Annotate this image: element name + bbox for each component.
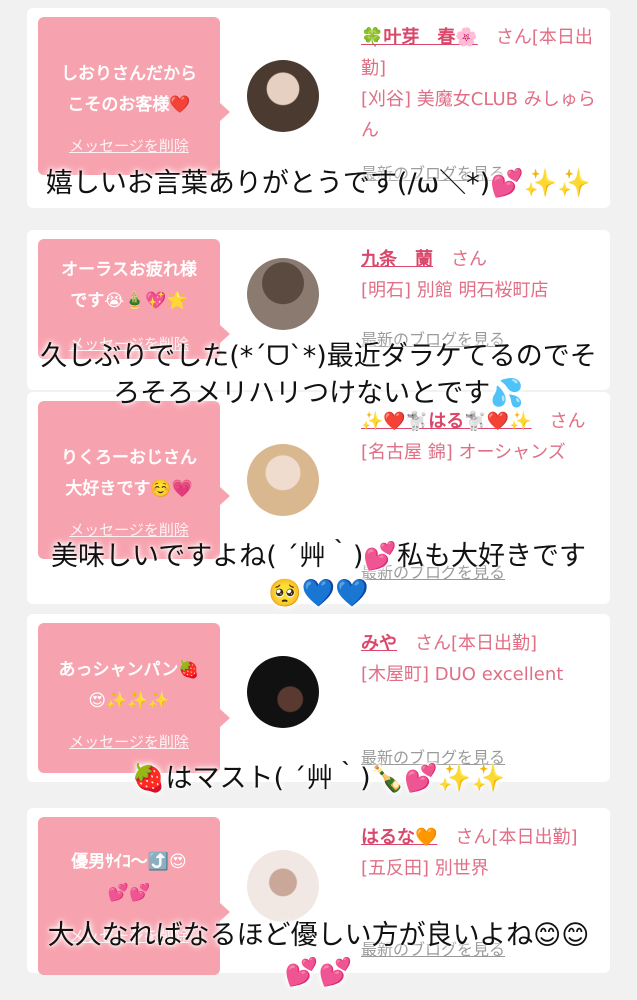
- avatar[interactable]: [247, 444, 319, 516]
- message-text: りくろーおじさん 大好きです☺️💗: [61, 448, 197, 499]
- cast-name-link[interactable]: 九条 蘭: [361, 249, 433, 270]
- overlay-caption: 美味しいですよね( ´艸｀)💕私も大好きです 🥺💙💙: [51, 541, 586, 609]
- cast-info: 🍀叶芽 春🌸 さん[本日出勤] [刈谷] 美魔女CLUB みしゅらん: [361, 22, 601, 146]
- cast-name-link[interactable]: みや: [361, 633, 397, 654]
- cast-name-link[interactable]: ✨❤️🐩はる🐩❤️✨: [361, 411, 531, 432]
- message-text: あっシャンパン🍓 😍✨✨✨: [58, 660, 200, 711]
- cast-name-link[interactable]: はるな🧡: [361, 827, 437, 848]
- message-bubble: あっシャンパン🍓 😍✨✨✨ メッセージを削除: [38, 623, 230, 773]
- avatar[interactable]: [247, 60, 319, 132]
- delete-message-link[interactable]: メッセージを削除: [38, 135, 220, 156]
- cast-info: ✨❤️🐩はる🐩❤️✨ さん [名古屋 錦] オーシャンズ: [361, 406, 601, 468]
- cast-suffix: さん: [451, 249, 487, 270]
- message-text: 優男ｻｲｺ〜⤴️😍 💕💕: [71, 852, 187, 903]
- overlay-caption: 🍓はマスト( ´艸｀)🍾💕✨✨: [131, 763, 506, 794]
- cast-info: はるな🧡 さん[本日出勤] [五反田] 別世界: [361, 822, 601, 884]
- message-text: しおりさんだから こそのお客様❤️: [61, 64, 197, 115]
- message-bubble: しおりさんだから こそのお客様❤️ メッセージを削除: [38, 17, 230, 175]
- cast-suffix: さん[本日出勤]: [455, 827, 578, 848]
- overlay-caption: 大人なればなるほど優しい方が良いよね😊😊 💕💕: [47, 920, 590, 988]
- shop-location: [木屋町] DUO excellent: [361, 664, 564, 685]
- shop-location: [明石] 別館 明石桜町店: [361, 280, 549, 301]
- message-bubble: りくろーおじさん 大好きです☺️💗 メッセージを削除: [38, 401, 230, 559]
- cast-info: 九条 蘭 さん [明石] 別館 明石桜町店: [361, 244, 601, 306]
- shop-location: [五反田] 別世界: [361, 858, 489, 879]
- cast-name-link[interactable]: 🍀叶芽 春🌸: [361, 27, 478, 48]
- cast-info: みや さん[本日出勤] [木屋町] DUO excellent: [361, 628, 601, 690]
- message-text: オーラスお疲れ様 です😭🎍💖🌟: [61, 260, 197, 311]
- cast-suffix: さん[本日出勤]: [415, 633, 538, 654]
- overlay-caption: 久しぶりでした(*´ᗜ`*)最近ダラケてるのでそ ろそろメリハリつけないとです💦: [40, 341, 597, 409]
- delete-message-link[interactable]: メッセージを削除: [38, 519, 220, 540]
- message-card: あっシャンパン🍓 😍✨✨✨ メッセージを削除 みや さん[本日出勤] [木屋町]…: [27, 614, 610, 782]
- avatar[interactable]: [247, 850, 319, 922]
- shop-location: [刈谷] 美魔女CLUB みしゅらん: [361, 89, 596, 141]
- overlay-caption: 嬉しいお言葉ありがとうです(/ω＼*)💕✨✨: [45, 168, 592, 199]
- cast-suffix: さん: [549, 411, 586, 432]
- shop-location: [名古屋 錦] オーシャンズ: [361, 442, 566, 463]
- avatar[interactable]: [247, 656, 319, 728]
- delete-message-link[interactable]: メッセージを削除: [38, 731, 220, 752]
- avatar[interactable]: [247, 258, 319, 330]
